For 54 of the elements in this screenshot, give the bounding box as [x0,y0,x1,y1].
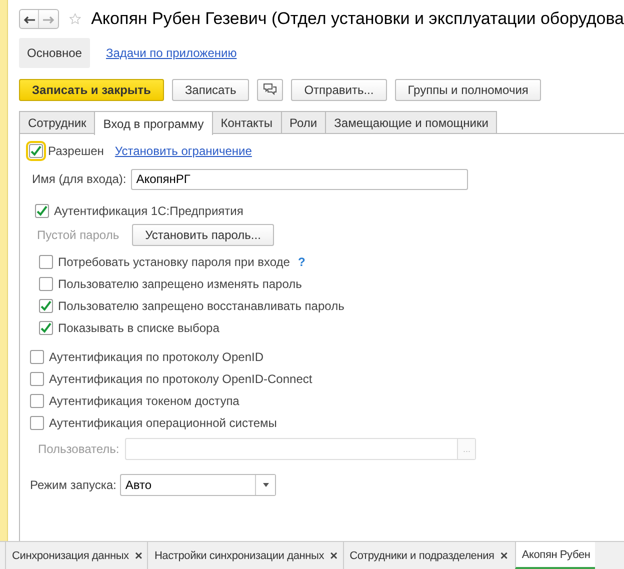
login-name-field[interactable]: АкопянРГ [131,168,468,190]
help-link[interactable]: ? [298,255,306,269]
checkbox-label: Разрешен [48,144,104,158]
navigation-buttons[interactable] [19,9,59,29]
password-status: Пустой пароль [37,228,120,242]
tab[interactable]: Вход в программу [94,111,213,135]
checkbox[interactable] [35,204,49,218]
checkbox-label: Аутентификация токеном доступа [49,394,240,408]
save-and-close-button[interactable]: Записать и закрыть [19,79,164,101]
checkbox[interactable] [30,350,44,364]
select-value: Авто [124,477,153,494]
checkbox[interactable] [29,144,43,158]
checkbox-label: Аутентификация операционной системы [49,416,277,430]
checkbox[interactable] [30,372,44,386]
window-title: Акопян Рубен Гезевич (Отдел установки и эксплуатации оборудова [91,9,624,29]
checkbox[interactable] [39,255,53,269]
tab[interactable]: Замещающие и помощники [325,111,498,134]
checkbox[interactable] [39,277,53,291]
checkbox[interactable] [30,416,44,430]
comment-button[interactable] [257,79,284,101]
dropdown-button[interactable] [255,475,276,495]
caret-icon [262,483,269,487]
checkbox[interactable] [39,321,53,335]
checkbox[interactable] [39,299,53,313]
toolbar-button[interactable]: Отправить... [291,79,387,101]
window-tab[interactable]: Акопян Рубен [514,542,596,569]
back-arrow-icon [23,16,36,24]
toolbar-button[interactable]: Группы и полномочия [394,79,542,101]
tab[interactable]: Контакты [212,111,282,134]
set-restriction-link[interactable]: Установить ограничение [114,144,252,158]
close-button[interactable]: × [500,548,508,563]
section-link[interactable]: Основное [19,38,90,68]
tab[interactable]: Сотрудник [19,111,96,134]
close-button[interactable]: × [330,548,338,563]
field-label: Пользователь: [38,442,120,456]
window-tab[interactable]: Синхронизация данных × [5,542,148,569]
checkbox-label: Пользователю запрещено восстанавливать пароль [58,299,344,313]
launch-mode-select[interactable]: Авто [120,474,276,496]
tab[interactable]: Роли [280,111,326,134]
checkbox-label: Аутентификация 1С:Предприятия [54,204,244,218]
checkbox-label: Потребовать установку пароля при входе [58,255,290,269]
section-link[interactable]: Задачи по приложению [98,38,245,68]
checkbox-label: Аутентификация по протоколу OpenID [49,350,264,364]
speech-bubbles-icon [263,82,278,94]
toolbar-button[interactable]: Записать [172,79,250,101]
field-label: Имя (для входа): [32,172,126,186]
close-button[interactable]: × [134,548,142,563]
checkbox-label: Аутентификация по протоколу OpenID-Connect [49,372,312,386]
forward-arrow-icon [42,16,55,24]
field-label: Режим запуска: [30,478,116,492]
checkbox-label: Показывать в списке выбора [58,321,220,335]
checkbox[interactable] [30,394,44,408]
checkbox-label: Пользователю запрещено изменять пароль [58,277,302,291]
set-password-button[interactable]: Установить пароль... [132,224,274,246]
